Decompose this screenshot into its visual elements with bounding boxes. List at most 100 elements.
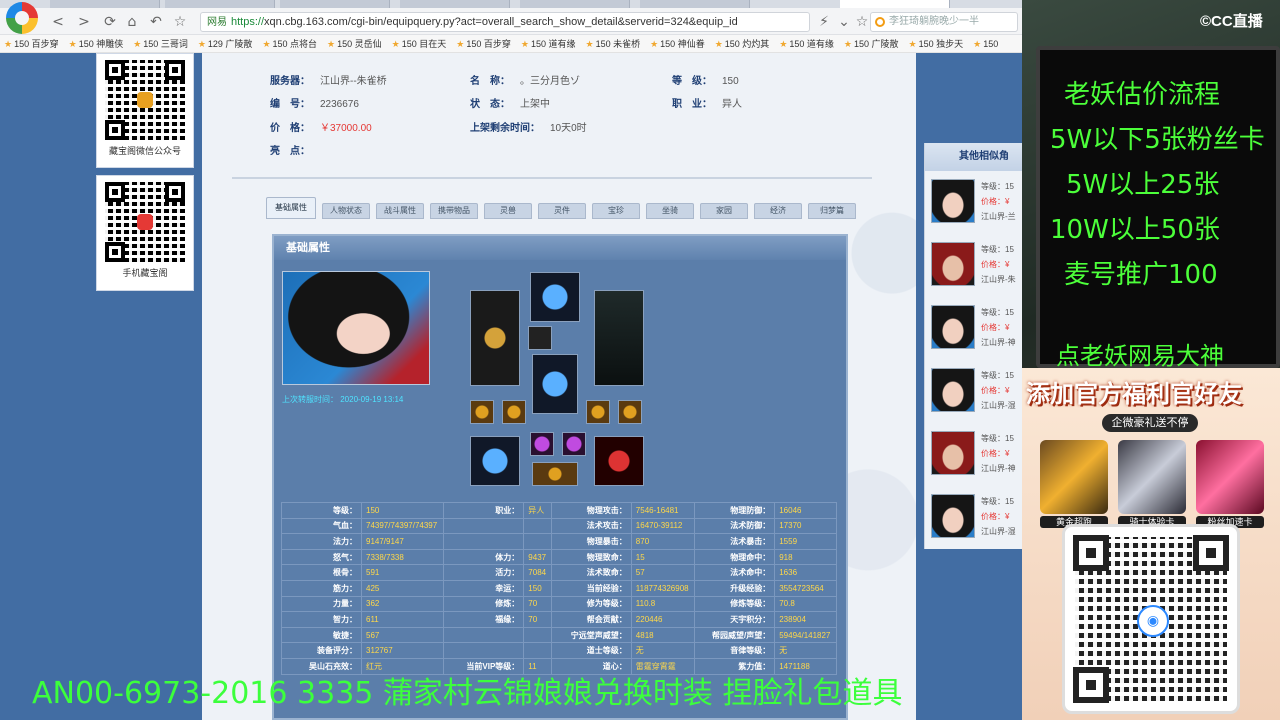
tab-item-1[interactable]: 人物状态: [322, 203, 370, 219]
forward-icon[interactable]: >: [74, 12, 94, 32]
address-bar[interactable]: 网易 https://xqn.cbg.163.com/cgi-bin/equipq…: [200, 12, 810, 32]
avatar[interactable]: [931, 179, 975, 223]
stat-label: 修炼：: [443, 595, 525, 613]
level-row: 等 级： 150: [672, 72, 739, 87]
left-sidebar: 藏宝阁微信公众号 手机藏宝阁: [96, 53, 196, 353]
avatar[interactable]: [931, 431, 975, 475]
wechat-qr-card[interactable]: 藏宝阁微信公众号: [96, 53, 194, 168]
promo-banner: 添加官方福利官好友 企微豪礼送不停 黄金超跑 骑士体验卡 粉丝加速卡 ◉: [1022, 368, 1280, 720]
bookmark-item[interactable]: ★ 150 未雀桥: [581, 35, 646, 52]
stat-value: 3554723564: [774, 579, 837, 597]
bookmark-item[interactable]: ★ 150: [969, 35, 1004, 52]
avatar[interactable]: [931, 305, 975, 349]
similar-item[interactable]: 等级：15 价格：¥ 江山界-湿: [931, 368, 1022, 424]
avatar[interactable]: [931, 368, 975, 412]
stat-value: 74397/74397/74397: [360, 517, 445, 535]
ring-slot-3[interactable]: [586, 400, 610, 424]
bookmark-star-icon: ★: [973, 39, 982, 49]
bookmark-item[interactable]: ★ 150 神仙眷: [646, 35, 711, 52]
character-portrait: [282, 271, 430, 385]
bookmark-star-icon: ★: [650, 39, 659, 49]
ring-slot-1[interactable]: [470, 400, 494, 424]
bookmark-star-icon[interactable]: ☆: [852, 12, 872, 32]
gift-fan-card: 粉丝加速卡: [1196, 440, 1264, 528]
dropdown-icon[interactable]: ⌄: [834, 12, 854, 32]
refresh-icon[interactable]: ⟳: [100, 12, 120, 32]
similar-item[interactable]: 等级：15 价格：¥ 江山界-兰: [931, 179, 1022, 235]
amulet-slot-2[interactable]: [562, 432, 586, 456]
bookmark-item[interactable]: ★ 150 三哥词: [129, 35, 194, 52]
status-row: 状 态： 上架中: [470, 95, 550, 110]
bookmark-item[interactable]: ★ 150 百步穿: [0, 35, 65, 52]
similar-item[interactable]: 等级：15 价格：¥ 江山界-神: [931, 431, 1022, 487]
browser-tab-active[interactable]: [840, 0, 950, 8]
bookmark-star-icon: ★: [391, 39, 400, 49]
stats-row: 法力： 9147/9147 物理暴击： 870 法术暴击： 1559: [281, 533, 837, 550]
tab-item-9[interactable]: 经济: [754, 203, 802, 219]
undo-icon[interactable]: ↶: [146, 12, 166, 32]
belt-slot[interactable]: [532, 462, 578, 486]
bookmark-item[interactable]: ★ 150 灵岳仙: [323, 35, 388, 52]
necklace-slot[interactable]: [528, 326, 552, 350]
bookmark-item[interactable]: ★ 129 广陵散: [194, 35, 259, 52]
wechat-qr-code: [105, 60, 185, 140]
similar-price: 价格：¥: [981, 197, 1010, 206]
browser-tab[interactable]: [280, 0, 390, 8]
id-label: 编 号：: [270, 99, 310, 110]
bookmark-star-icon: ★: [262, 39, 271, 49]
search-input[interactable]: 李狂琦躺腕晚少一半: [870, 12, 1018, 32]
tab-basic-attributes[interactable]: 基础属性: [266, 197, 316, 219]
mobile-qr-card[interactable]: 手机藏宝阁: [96, 175, 194, 291]
shoes-slot[interactable]: [470, 436, 520, 486]
armor-slot[interactable]: [532, 354, 578, 414]
bookmark-item[interactable]: ★ 150 目在天: [388, 35, 453, 52]
bookmark-item[interactable]: ★ 150 神雕侠: [65, 35, 130, 52]
bookmark-item[interactable]: ★ 150 道有缘: [517, 35, 582, 52]
browser-tab[interactable]: [520, 0, 630, 8]
stat-value: [523, 626, 552, 644]
bookmark-item[interactable]: ★ 150 独步天: [905, 35, 970, 52]
avatar[interactable]: [931, 494, 975, 538]
bookmark-label: 150 目在天: [401, 39, 447, 49]
amulet-slot-1[interactable]: [530, 432, 554, 456]
time-label: 上架剩余时间：: [470, 123, 540, 134]
similar-item[interactable]: 等级：15 价格：¥ 江山界-神: [931, 305, 1022, 361]
tab-item-3[interactable]: 携带物品: [430, 203, 478, 219]
bookmark-label: 150 灼灼其: [724, 39, 770, 49]
tab-item-10[interactable]: 归梦篇: [808, 203, 856, 219]
helmet-slot[interactable]: [530, 272, 580, 322]
stat-value: 118774326908: [630, 579, 696, 597]
stat-value: 70: [523, 611, 552, 628]
bookmark-item[interactable]: ★ 150 道有缘: [775, 35, 840, 52]
similar-item-info: 等级：15 价格：¥ 江山界-神: [981, 305, 1016, 350]
bookmark-item[interactable]: ★ 150 点将台: [258, 35, 323, 52]
ring-slot-2[interactable]: [502, 400, 526, 424]
ring-slot-4[interactable]: [618, 400, 642, 424]
similar-item[interactable]: 等级：15 价格：¥ 江山界-湿: [931, 494, 1022, 549]
stat-value: 无: [630, 642, 696, 659]
tab-item-7[interactable]: 坐骑: [646, 203, 694, 219]
bookmark-item[interactable]: ★ 150 灼灼其: [711, 35, 776, 52]
tab-item-8[interactable]: 家园: [700, 203, 748, 219]
tab-item-2[interactable]: 战斗属性: [376, 203, 424, 219]
gloves-slot[interactable]: [594, 436, 644, 486]
tab-item-6[interactable]: 宝珍: [592, 203, 640, 219]
browser-tab[interactable]: [640, 0, 750, 8]
tab-item-4[interactable]: 灵兽: [484, 203, 532, 219]
browser-window: < > ⟳ ⌂ ↶ ☆ 网易 https://xqn.cbg.163.com/cg…: [0, 0, 1022, 720]
tab-item-5[interactable]: 灵件: [538, 203, 586, 219]
flash-icon[interactable]: ⚡: [814, 12, 834, 32]
back-icon[interactable]: <: [48, 12, 68, 32]
similar-item[interactable]: 等级：15 价格：¥ 江山界-朱: [931, 242, 1022, 298]
browser-tab[interactable]: [400, 0, 510, 8]
home-icon[interactable]: ⌂: [122, 12, 142, 32]
back-slot[interactable]: [594, 290, 644, 386]
favorite-star-icon[interactable]: ☆: [170, 12, 190, 32]
bookmark-item[interactable]: ★ 150 百步穿: [452, 35, 517, 52]
bookmark-item[interactable]: ★ 150 广陵散: [840, 35, 905, 52]
browser-tab[interactable]: [165, 0, 275, 8]
weapon-slot[interactable]: [470, 290, 520, 386]
avatar[interactable]: [931, 242, 975, 286]
similar-item-info: 等级：15 价格：¥ 江山界-兰: [981, 179, 1016, 224]
browser-tab[interactable]: [50, 0, 160, 8]
